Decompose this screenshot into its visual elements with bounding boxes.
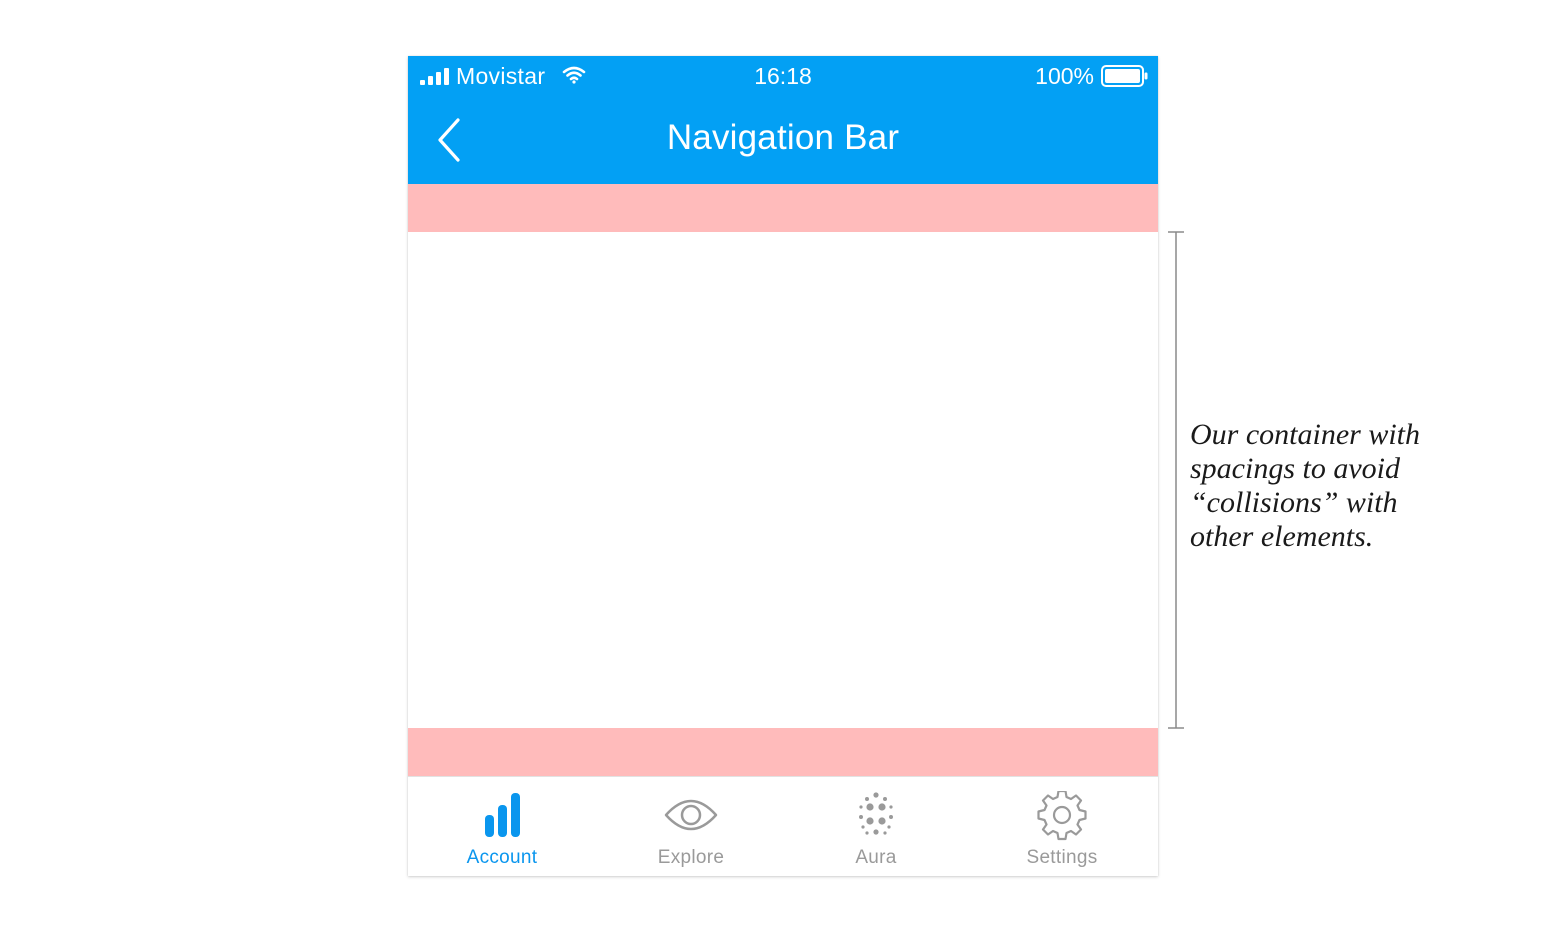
annotation-line: “collisions” with (1190, 486, 1398, 519)
tab-aura[interactable]: Aura (786, 777, 966, 877)
tab-label: Account (466, 847, 538, 868)
gear-icon (1037, 791, 1087, 841)
tab-account[interactable]: Account (408, 777, 596, 877)
dots-cluster-icon (859, 792, 893, 835)
annotation-line: Our container with (1190, 418, 1420, 451)
tab-explore[interactable]: Explore (596, 777, 786, 877)
annotation-line: spacings to avoid (1190, 452, 1400, 485)
bar-chart-icon (485, 793, 520, 837)
tab-label: Aura (855, 847, 897, 868)
tab-bar: Account Explore Aura Settings (408, 776, 1158, 876)
status-bar: Movistar 16:18 100% (408, 56, 1158, 96)
page-title: Navigation Bar (666, 118, 900, 157)
annotation-line: other elements. (1190, 520, 1374, 553)
tab-label: Settings (1026, 847, 1098, 868)
phone-frame: Movistar 16:18 100% Navigation Bar Accou… (408, 56, 1158, 876)
eye-icon (664, 799, 718, 831)
battery-icon (1101, 65, 1148, 87)
navigation-bar: Navigation Bar (408, 96, 1158, 184)
battery-percent: 100% (1035, 63, 1094, 89)
annotation-text: Our container with spacings to avoid “co… (1190, 418, 1530, 554)
top-spacing (408, 184, 1158, 232)
content-container (408, 232, 1158, 728)
tab-settings[interactable]: Settings (966, 777, 1158, 877)
header: Movistar 16:18 100% Navigation Bar (408, 56, 1158, 184)
tab-label: Explore (657, 847, 725, 868)
container-bracket (1168, 231, 1184, 729)
bottom-spacing (408, 728, 1158, 776)
